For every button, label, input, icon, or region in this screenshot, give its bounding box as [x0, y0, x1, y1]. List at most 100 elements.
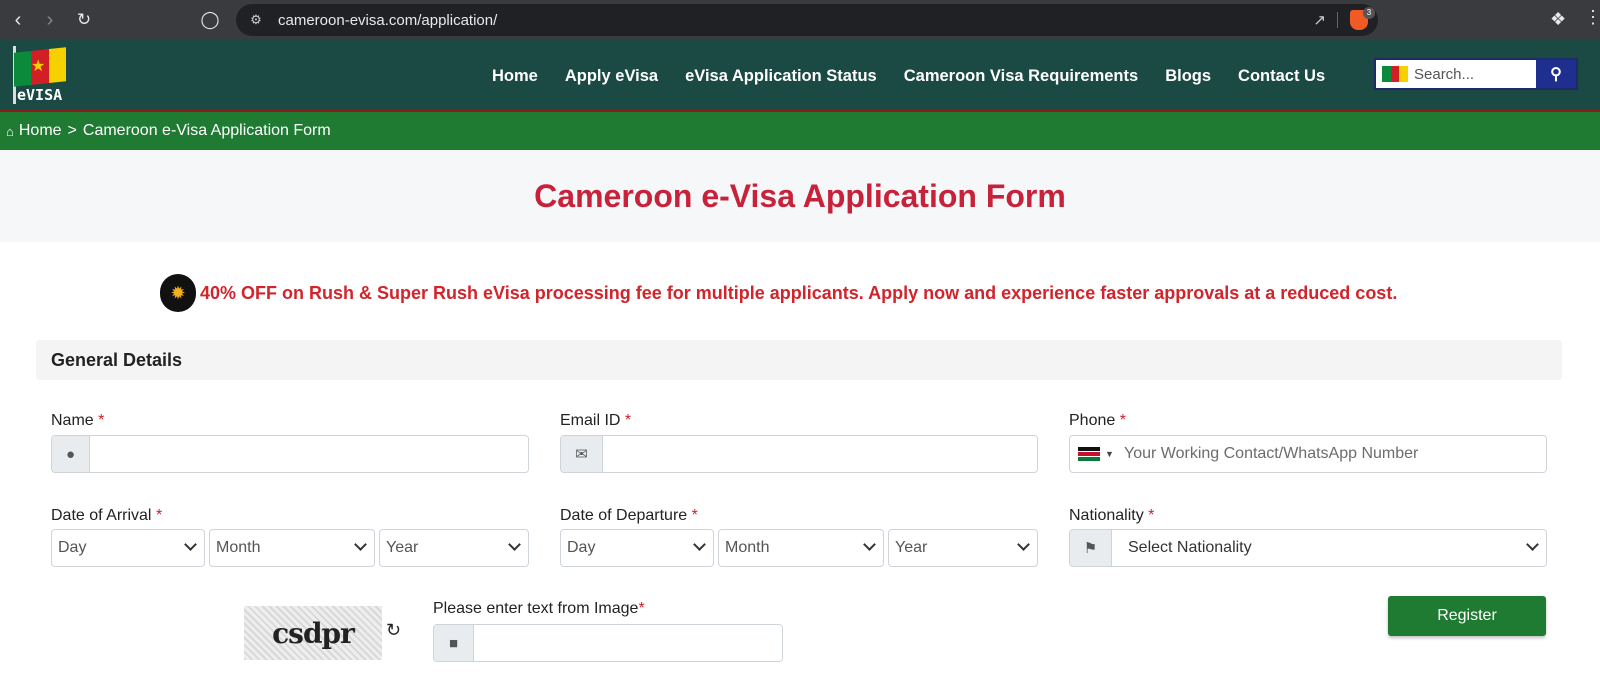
- captcha-label: Please enter text from Image*: [433, 600, 645, 618]
- breadcrumb: ⌂ Home > Cameroon e-Visa Application For…: [0, 112, 1600, 150]
- captcha-input-group: ■: [433, 624, 783, 662]
- name-input[interactable]: [90, 436, 528, 472]
- captcha-label-text: Please enter text from Image: [433, 600, 639, 617]
- bookmark-icon[interactable]: ◯: [198, 8, 222, 32]
- name-label-text: Name: [51, 412, 94, 429]
- nav-application-status[interactable]: eVisa Application Status: [685, 67, 877, 86]
- phone-label: Phone *: [1069, 412, 1126, 430]
- required-marker: *: [1119, 412, 1126, 429]
- kenya-flag-icon: [1078, 447, 1100, 461]
- forward-icon[interactable]: ›: [38, 8, 62, 32]
- breadcrumb-separator: >: [67, 122, 77, 139]
- refresh-captcha-icon[interactable]: ↻: [386, 620, 401, 641]
- nationality-select[interactable]: Select Nationality: [1112, 530, 1546, 566]
- shield-count-badge: 3: [1363, 7, 1375, 19]
- departure-month-select[interactable]: Month: [718, 529, 884, 567]
- divider: [1337, 12, 1338, 28]
- phone-label-text: Phone: [1069, 412, 1116, 429]
- search-icon[interactable]: ⚲: [1536, 60, 1576, 88]
- arrival-day-select[interactable]: Day: [51, 529, 205, 567]
- url-text[interactable]: cameroon-evisa.com/application/: [278, 12, 497, 29]
- email-input-group: ✉: [560, 435, 1038, 473]
- back-icon[interactable]: ‹: [6, 8, 30, 32]
- browser-toolbar: ‹ › ↻ ◯ ⚙ cameroon-evisa.com/application…: [0, 0, 1600, 40]
- section-heading: General Details: [36, 340, 1562, 380]
- title-band: Cameroon e-Visa Application Form: [0, 150, 1600, 242]
- name-label: Name *: [51, 412, 104, 430]
- phone-input-group: ▼: [1069, 435, 1547, 473]
- departure-label-text: Date of Departure: [560, 507, 688, 524]
- nav-blogs[interactable]: Blogs: [1165, 67, 1211, 86]
- caret-down-icon: ▼: [1105, 449, 1114, 459]
- reload-icon[interactable]: ↻: [72, 8, 96, 32]
- nationality-label-text: Nationality: [1069, 507, 1144, 524]
- breadcrumb-home[interactable]: Home: [19, 122, 62, 140]
- home-icon[interactable]: ⌂: [6, 124, 14, 139]
- captcha-image: csdpr: [244, 606, 382, 660]
- nav-apply-evisa[interactable]: Apply eVisa: [565, 67, 658, 86]
- promo-text: 40% OFF on Rush & Super Rush eVisa proce…: [200, 282, 1398, 303]
- country-code-select[interactable]: ▼: [1070, 436, 1122, 472]
- sun-badge-icon: ✹: [160, 274, 196, 312]
- departure-label: Date of Departure *: [560, 507, 698, 525]
- user-icon: ●: [52, 436, 90, 472]
- register-button[interactable]: Register: [1388, 596, 1546, 636]
- chevron-down-icon: [695, 540, 704, 549]
- site-settings-icon[interactable]: ⚙: [248, 12, 264, 28]
- captcha-input[interactable]: [474, 625, 782, 661]
- menu-icon[interactable]: ⋮: [1584, 7, 1600, 28]
- address-bar[interactable]: ⚙ cameroon-evisa.com/application/ ↗ 3: [236, 4, 1378, 36]
- brave-shield-icon[interactable]: 3: [1350, 7, 1375, 30]
- flag-icon: ⚑: [1070, 530, 1112, 566]
- arrival-day-value: Day: [58, 539, 87, 556]
- email-label: Email ID *: [560, 412, 631, 430]
- site-header: ★ eVISA Home Apply eVisa eVisa Applicati…: [0, 40, 1600, 112]
- required-marker: *: [638, 600, 645, 617]
- nationality-value: Select Nationality: [1128, 539, 1252, 556]
- arrival-label-text: Date of Arrival: [51, 507, 152, 524]
- phone-input[interactable]: [1122, 436, 1546, 472]
- departure-day-value: Day: [567, 539, 596, 556]
- promo-banner: ✹ 40% OFF on Rush & Super Rush eVisa pro…: [160, 274, 1397, 312]
- nav-visa-requirements[interactable]: Cameroon Visa Requirements: [904, 67, 1138, 86]
- departure-year-value: Year: [895, 539, 928, 556]
- chevron-down-icon: [186, 540, 195, 549]
- nav-contact-us[interactable]: Contact Us: [1238, 67, 1325, 86]
- chevron-down-icon: [356, 540, 365, 549]
- chevron-down-icon: [510, 540, 519, 549]
- required-marker: *: [155, 507, 163, 524]
- breadcrumb-current: Cameroon e-Visa Application Form: [82, 122, 331, 139]
- search-logo-icon: [1382, 66, 1409, 82]
- nav-home[interactable]: Home: [492, 67, 538, 86]
- departure-month-value: Month: [725, 539, 770, 556]
- nationality-label: Nationality *: [1069, 507, 1154, 525]
- required-marker: *: [98, 412, 105, 429]
- main-nav: Home Apply eVisa eVisa Application Statu…: [492, 40, 1325, 112]
- required-marker: *: [1148, 507, 1155, 524]
- arrival-month-select[interactable]: Month: [209, 529, 375, 567]
- site-search[interactable]: Search... ⚲: [1374, 58, 1578, 90]
- extensions-icon[interactable]: ❖: [1550, 9, 1566, 30]
- chevron-down-icon: [1019, 540, 1028, 549]
- arrival-year-value: Year: [386, 539, 419, 556]
- page-title: Cameroon e-Visa Application Form: [534, 177, 1066, 214]
- search-input[interactable]: Search...: [1414, 66, 1536, 83]
- site-logo[interactable]: ★ eVISA: [12, 44, 70, 106]
- departure-day-select[interactable]: Day: [560, 529, 714, 567]
- arrival-label: Date of Arrival *: [51, 507, 162, 525]
- chevron-down-icon: [865, 540, 874, 549]
- share-icon[interactable]: ↗: [1313, 11, 1326, 29]
- lock-icon: ■: [434, 625, 474, 661]
- required-marker: *: [691, 507, 698, 524]
- required-marker: *: [624, 412, 632, 429]
- chevron-down-icon: [1528, 540, 1537, 549]
- email-input[interactable]: [603, 436, 1037, 472]
- star-icon: ★: [31, 58, 46, 75]
- email-label-text: Email ID: [560, 412, 621, 429]
- arrival-month-value: Month: [216, 539, 261, 556]
- envelope-icon: ✉: [561, 436, 603, 472]
- departure-year-select[interactable]: Year: [888, 529, 1038, 567]
- logo-text: eVISA: [17, 86, 63, 104]
- name-input-group: ●: [51, 435, 529, 473]
- arrival-year-select[interactable]: Year: [379, 529, 529, 567]
